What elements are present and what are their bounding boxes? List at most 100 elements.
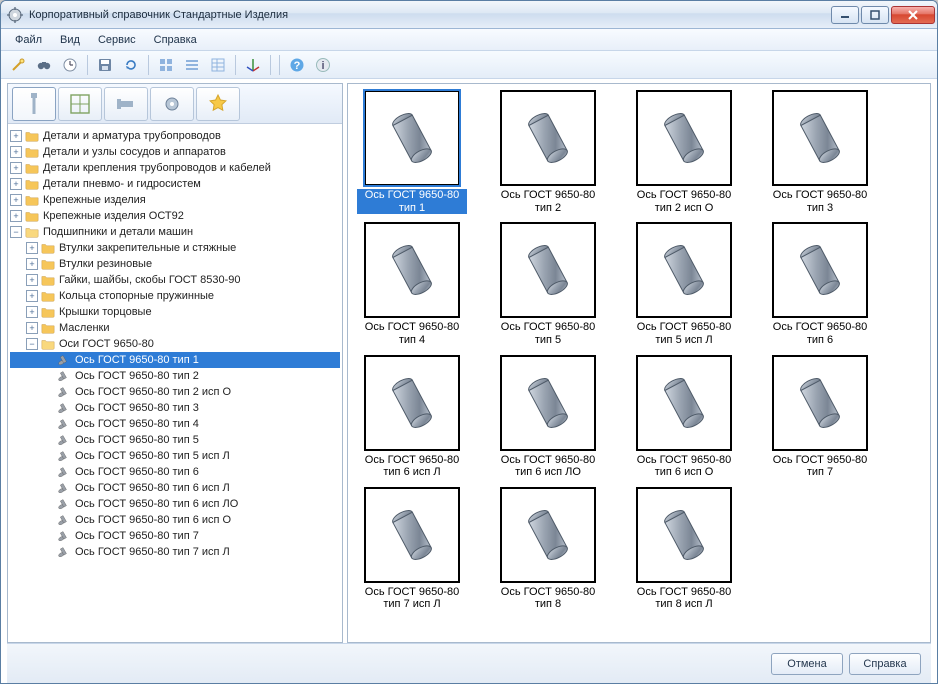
tree-item[interactable]: Ось ГОСТ 9650-80 тип 6 исп О <box>10 512 340 528</box>
tree-item[interactable]: Ось ГОСТ 9650-80 тип 3 <box>10 400 340 416</box>
save-icon[interactable] <box>92 53 118 77</box>
tab-favorites[interactable] <box>196 87 240 121</box>
cancel-button[interactable]: Отмена <box>771 653 843 675</box>
tree-item[interactable]: Ось ГОСТ 9650-80 тип 6 исп Л <box>10 480 340 496</box>
menu-справка[interactable]: Справка <box>146 32 205 48</box>
app-window: Корпоративный справочник Стандартные Изд… <box>0 0 938 684</box>
thumbnail-item[interactable]: Ось ГОСТ 9650-80 тип 2 исп О <box>628 90 740 214</box>
thumbnail-item[interactable]: Ось ГОСТ 9650-80 тип 5 исп Л <box>628 222 740 346</box>
tree-item[interactable]: Ось ГОСТ 9650-80 тип 6 исп ЛО <box>10 496 340 512</box>
expand-icon[interactable]: − <box>10 226 22 238</box>
tree-item[interactable]: Ось ГОСТ 9650-80 тип 7 исп Л <box>10 544 340 560</box>
close-button[interactable] <box>891 6 935 24</box>
tree-item[interactable]: Ось ГОСТ 9650-80 тип 7 <box>10 528 340 544</box>
expand-icon[interactable] <box>42 450 54 462</box>
expand-icon[interactable] <box>42 498 54 510</box>
axes-icon[interactable] <box>240 53 266 77</box>
minimize-button[interactable] <box>831 6 859 24</box>
tab-gear[interactable] <box>150 87 194 121</box>
tree-item[interactable]: +Детали пневмо- и гидросистем <box>10 176 340 192</box>
menu-вид[interactable]: Вид <box>52 32 88 48</box>
tree-item[interactable]: +Детали и арматура трубопроводов <box>10 128 340 144</box>
view-details-icon[interactable] <box>205 53 231 77</box>
menu-сервис[interactable]: Сервис <box>90 32 144 48</box>
tree-item-label: Кольца стопорные пружинные <box>59 290 214 302</box>
tree-item[interactable]: Ось ГОСТ 9650-80 тип 2 <box>10 368 340 384</box>
tree-item[interactable]: +Детали и узлы сосудов и аппаратов <box>10 144 340 160</box>
titlebar[interactable]: Корпоративный справочник Стандартные Изд… <box>1 1 937 29</box>
expand-icon[interactable] <box>42 402 54 414</box>
view-list-icon[interactable] <box>179 53 205 77</box>
tree-view[interactable]: +Детали и арматура трубопроводов+Детали … <box>8 124 342 642</box>
thumbnail-item[interactable]: Ось ГОСТ 9650-80 тип 1 <box>356 90 468 214</box>
expand-icon[interactable] <box>42 418 54 430</box>
expand-icon[interactable] <box>42 482 54 494</box>
expand-icon[interactable] <box>42 514 54 526</box>
help-button[interactable]: Справка <box>849 653 921 675</box>
thumbnail-item[interactable]: Ось ГОСТ 9650-80 тип 8 исп Л <box>628 487 740 611</box>
expand-icon[interactable]: + <box>26 258 38 270</box>
tree-item[interactable]: +Крышки торцовые <box>10 304 340 320</box>
expand-icon[interactable] <box>42 370 54 382</box>
thumbnail-item[interactable]: Ось ГОСТ 9650-80 тип 7 <box>764 355 876 479</box>
expand-icon[interactable]: + <box>10 210 22 222</box>
thumbnail-item[interactable]: Ось ГОСТ 9650-80 тип 6 <box>764 222 876 346</box>
menu-файл[interactable]: Файл <box>7 32 50 48</box>
expand-icon[interactable]: − <box>26 338 38 350</box>
expand-icon[interactable] <box>42 386 54 398</box>
tab-bolt[interactable] <box>12 87 56 121</box>
wand-icon[interactable] <box>5 53 31 77</box>
help-icon[interactable]: ? <box>284 53 310 77</box>
thumbnail-item[interactable]: Ось ГОСТ 9650-80 тип 8 <box>492 487 604 611</box>
thumbnail-item[interactable]: Ось ГОСТ 9650-80 тип 7 исп Л <box>356 487 468 611</box>
tab-grid[interactable] <box>58 87 102 121</box>
tree-item[interactable]: Ось ГОСТ 9650-80 тип 5 <box>10 432 340 448</box>
refresh-icon[interactable] <box>118 53 144 77</box>
clock-icon[interactable] <box>57 53 83 77</box>
expand-icon[interactable]: + <box>10 194 22 206</box>
expand-icon[interactable]: + <box>26 290 38 302</box>
thumbnail-item[interactable]: Ось ГОСТ 9650-80 тип 6 исп ЛО <box>492 355 604 479</box>
expand-icon[interactable]: + <box>26 306 38 318</box>
expand-icon[interactable] <box>42 434 54 446</box>
thumbnail-label: Ось ГОСТ 9650-80 тип 6 исп О <box>629 454 739 479</box>
tree-item[interactable]: + Кольца стопорные пружинные <box>10 288 340 304</box>
thumbnail-item[interactable]: Ось ГОСТ 9650-80 тип 6 исп О <box>628 355 740 479</box>
tree-item[interactable]: +Втулки резиновые <box>10 256 340 272</box>
info-icon[interactable]: i <box>310 53 336 77</box>
tree-item[interactable]: −Подшипники и детали машин <box>10 224 340 240</box>
tree-item[interactable]: +Детали крепления трубопроводов и кабеле… <box>10 160 340 176</box>
maximize-button[interactable] <box>861 6 889 24</box>
thumbnail-item[interactable]: Ось ГОСТ 9650-80 тип 6 исп Л <box>356 355 468 479</box>
thumbnail-pane[interactable]: Ось ГОСТ 9650-80 тип 1Ось ГОСТ 9650-80 т… <box>347 83 931 643</box>
tree-item[interactable]: Ось ГОСТ 9650-80 тип 2 исп О <box>10 384 340 400</box>
expand-icon[interactable] <box>42 354 54 366</box>
thumbnail-item[interactable]: Ось ГОСТ 9650-80 тип 4 <box>356 222 468 346</box>
tree-item[interactable]: Ось ГОСТ 9650-80 тип 5 исп Л <box>10 448 340 464</box>
view-large-icons-icon[interactable] <box>153 53 179 77</box>
expand-icon[interactable]: + <box>26 322 38 334</box>
expand-icon[interactable]: + <box>10 130 22 142</box>
tree-item[interactable]: Ось ГОСТ 9650-80 тип 1 <box>10 352 340 368</box>
tree-item[interactable]: +Крепежные изделия ОСТ92 <box>10 208 340 224</box>
tree-item[interactable]: +Гайки, шайбы, скобы ГОСТ 8530-90 <box>10 272 340 288</box>
expand-icon[interactable]: + <box>10 146 22 158</box>
expand-icon[interactable]: + <box>10 162 22 174</box>
expand-icon[interactable]: + <box>26 242 38 254</box>
expand-icon[interactable] <box>42 466 54 478</box>
expand-icon[interactable] <box>42 530 54 542</box>
tree-item[interactable]: Ось ГОСТ 9650-80 тип 6 <box>10 464 340 480</box>
thumbnail-item[interactable]: Ось ГОСТ 9650-80 тип 5 <box>492 222 604 346</box>
expand-icon[interactable]: + <box>10 178 22 190</box>
tree-item[interactable]: +Втулки закрепительные и стяжные <box>10 240 340 256</box>
tree-item[interactable]: +Крепежные изделия <box>10 192 340 208</box>
expand-icon[interactable] <box>42 546 54 558</box>
binoculars-icon[interactable] <box>31 53 57 77</box>
tree-item[interactable]: +Масленки <box>10 320 340 336</box>
tree-item[interactable]: −Оси ГОСТ 9650-80 <box>10 336 340 352</box>
thumbnail-item[interactable]: Ось ГОСТ 9650-80 тип 2 <box>492 90 604 214</box>
tab-bolt-side[interactable] <box>104 87 148 121</box>
expand-icon[interactable]: + <box>26 274 38 286</box>
thumbnail-item[interactable]: Ось ГОСТ 9650-80 тип 3 <box>764 90 876 214</box>
tree-item[interactable]: Ось ГОСТ 9650-80 тип 4 <box>10 416 340 432</box>
